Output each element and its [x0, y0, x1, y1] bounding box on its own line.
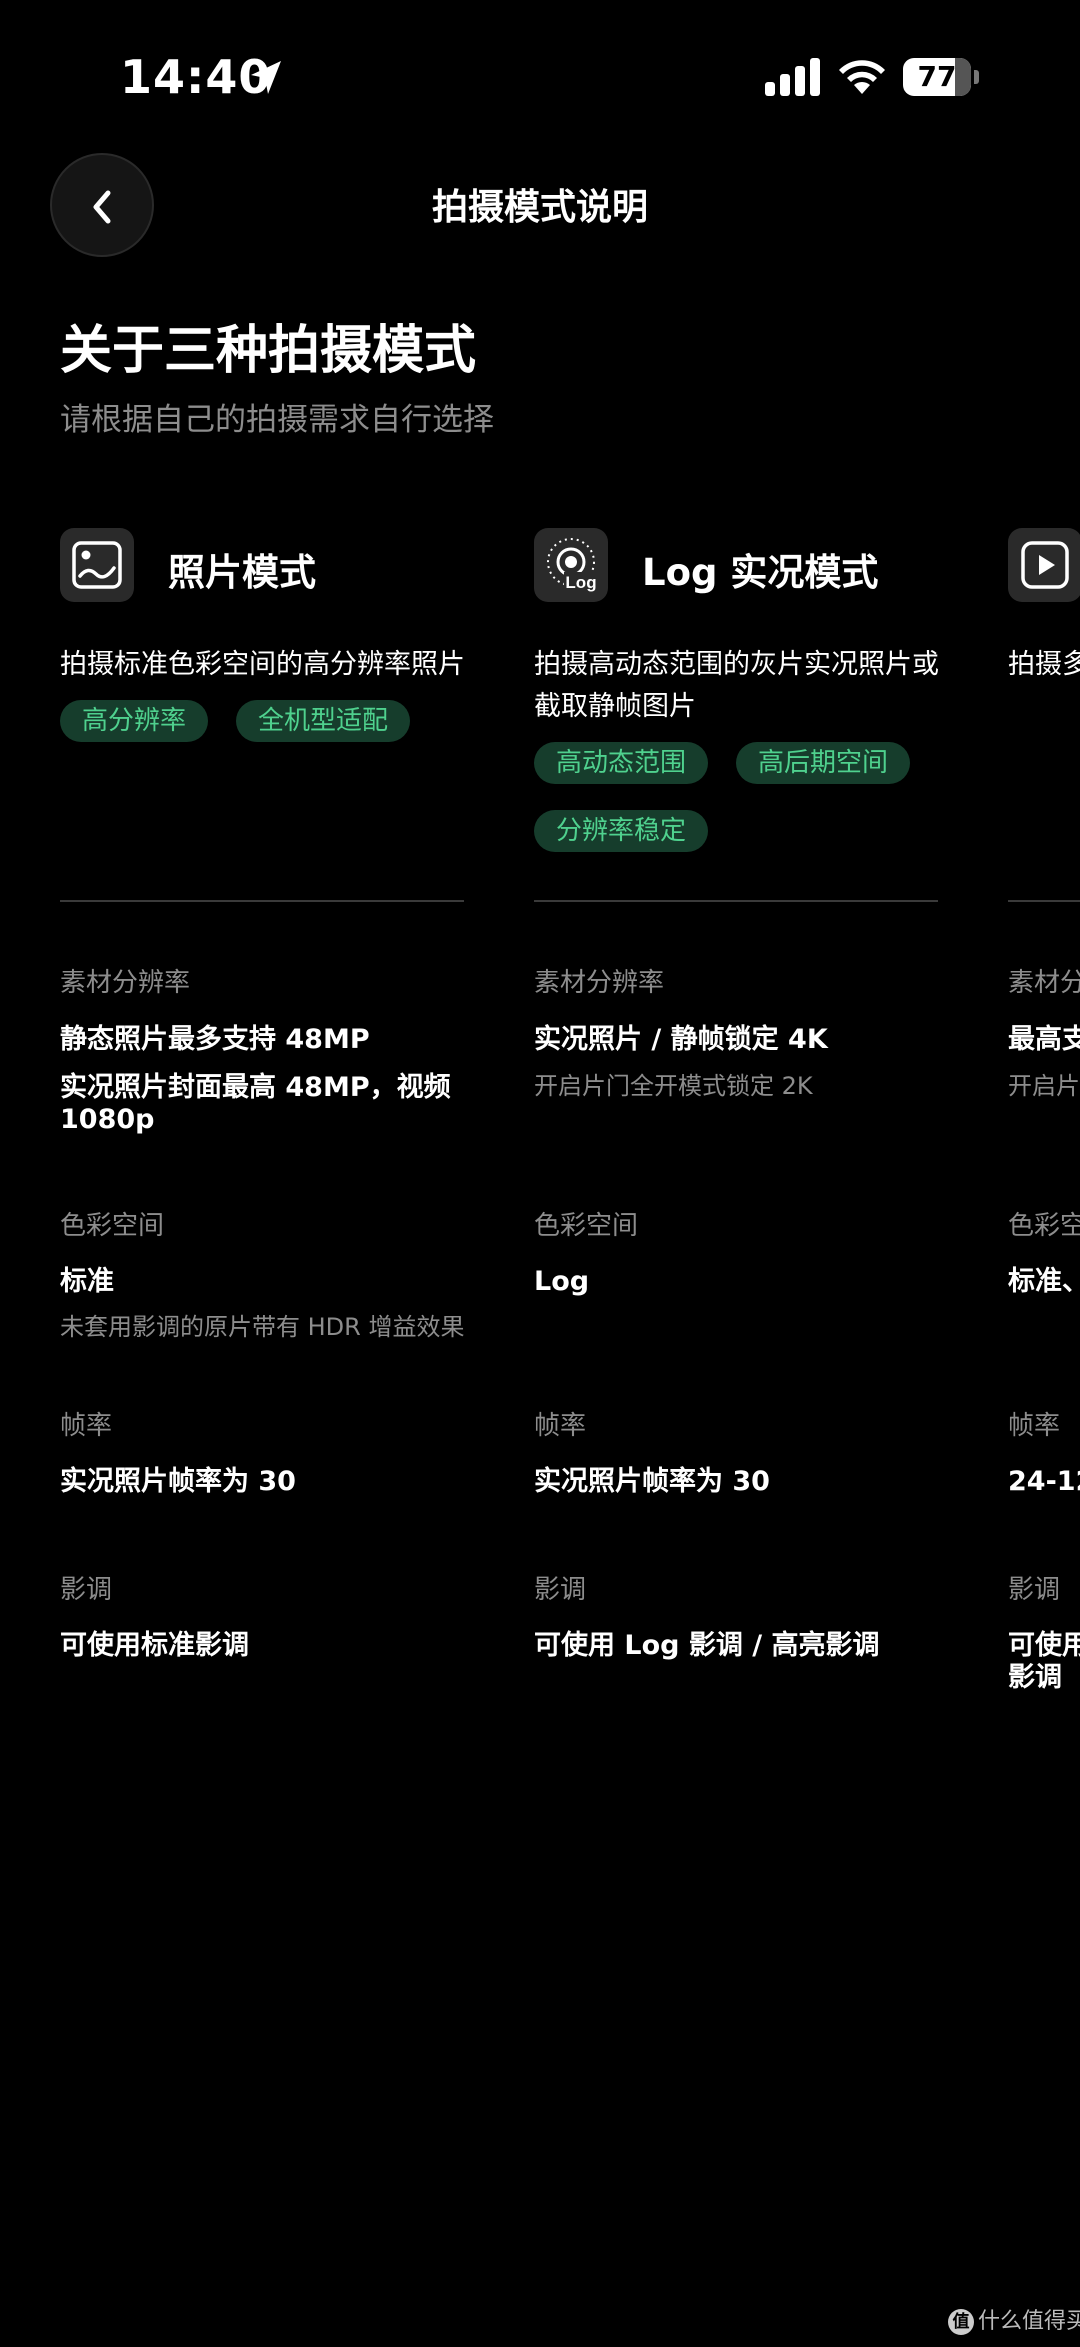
mode-description-line: 拍摄多 [1008, 649, 1080, 680]
battery-cap [974, 70, 979, 84]
spec-value: Log [534, 1266, 590, 1297]
mode-description: 拍摄高动态范围的灰片实况照片或 截取静帧图片 [534, 644, 954, 728]
spec-label-color-space: 色彩空 [1008, 1211, 1080, 1241]
spec-value: 可使用 Log 影调 / 高亮影调 [534, 1630, 880, 1661]
mode-title: Log 实况模式 [642, 551, 879, 594]
mode-description-line: 拍摄高动态范围的灰片实况照片或 [534, 649, 939, 680]
spec-value: 影调 [1008, 1662, 1062, 1693]
battery-body: 77 [903, 58, 971, 96]
cellular-signal-icon [765, 58, 820, 96]
mode-description: 拍摄多 [1008, 644, 1080, 686]
play-icon [1021, 541, 1069, 589]
mode-card-video-partial: 拍摄多 素材分 最高支 开启片 色彩空 标准、 帧率 24-12 影调 可使用 … [1008, 528, 1080, 1728]
battery-empty-segment [955, 58, 971, 96]
battery-indicator: 77 [903, 58, 983, 98]
battery-level: 77 [917, 60, 957, 93]
mode-icon-tile [1008, 528, 1080, 602]
spec-value: 实况照片帧率为 30 [60, 1466, 296, 1497]
spec-value: 24-12 [1008, 1466, 1080, 1497]
spec-value: 静态照片最多支持 48MP [60, 1024, 370, 1055]
log-live-icon: Log [547, 538, 598, 592]
spec-label-resolution: 素材分辨率 [534, 968, 665, 998]
spec-value: 1080p [60, 1104, 155, 1135]
divider [60, 900, 464, 902]
spec-label-tone: 影调 [60, 1575, 113, 1605]
feature-tag: 全机型适配 [236, 700, 411, 742]
feature-tag: 高后期空间 [736, 742, 911, 784]
section-subheading: 请根据自己的拍摄需求自行选择 [60, 402, 494, 438]
spec-value: 最高支 [1008, 1024, 1080, 1055]
feature-tag: 高分辨率 [60, 700, 209, 742]
mode-icon-tile [60, 528, 134, 602]
log-icon-text: Log [565, 573, 596, 592]
spec-value: 实况照片帧率为 30 [534, 1466, 770, 1497]
mode-icon-tile: Log [534, 528, 608, 602]
mode-description: 拍摄标准色彩空间的高分辨率照片 [60, 644, 480, 686]
watermark-logo: 值 [948, 2309, 974, 2335]
section-heading: 关于三种拍摄模式 [60, 321, 477, 381]
page-title: 拍摄模式说明 [431, 187, 648, 228]
spec-note: 开启片 [1008, 1072, 1080, 1100]
spec-value: 标准、 [1008, 1266, 1080, 1297]
spec-label-resolution: 素材分 [1008, 968, 1080, 998]
spec-value: 实况照片 / 静帧锁定 4K [534, 1024, 828, 1055]
watermark: 值什么值得买 [948, 2303, 1080, 2335]
spec-label-tone: 影调 [1008, 1575, 1061, 1605]
mode-description-line: 拍摄标准色彩空间的高分辨率照片 [60, 649, 465, 680]
divider [1008, 900, 1080, 902]
feature-tag: 高动态范围 [534, 742, 709, 784]
spec-label-frame-rate: 帧率 [1008, 1411, 1061, 1441]
spec-label-color-space: 色彩空间 [534, 1211, 639, 1241]
spec-value: 可使用 [1008, 1630, 1080, 1661]
location-arrow-icon [251, 61, 281, 94]
divider [534, 900, 938, 902]
mode-title: 照片模式 [168, 551, 316, 594]
feature-tag: 分辨率稳定 [534, 810, 709, 852]
spec-value: 实况照片封面最高 48MP，视频 [60, 1072, 451, 1103]
spec-note: 未套用影调的原片带有 HDR 增益效果 [60, 1313, 465, 1341]
spec-label-frame-rate: 帧率 [534, 1411, 587, 1441]
spec-value: 标准 [60, 1266, 114, 1297]
status-bar: 14:40 77 [0, 0, 1080, 150]
watermark-text: 什么值得买 [978, 2309, 1080, 2334]
spec-note: 开启片门全开模式锁定 2K [534, 1072, 813, 1100]
spec-label-frame-rate: 帧率 [60, 1411, 113, 1441]
spec-value: 可使用标准影调 [60, 1630, 249, 1661]
spec-label-tone: 影调 [534, 1575, 587, 1605]
wifi-icon [839, 60, 885, 94]
spec-label-color-space: 色彩空间 [60, 1211, 165, 1241]
photo-icon [72, 541, 122, 589]
mode-description-line: 截取静帧图片 [534, 691, 696, 722]
spec-label-resolution: 素材分辨率 [60, 968, 191, 998]
